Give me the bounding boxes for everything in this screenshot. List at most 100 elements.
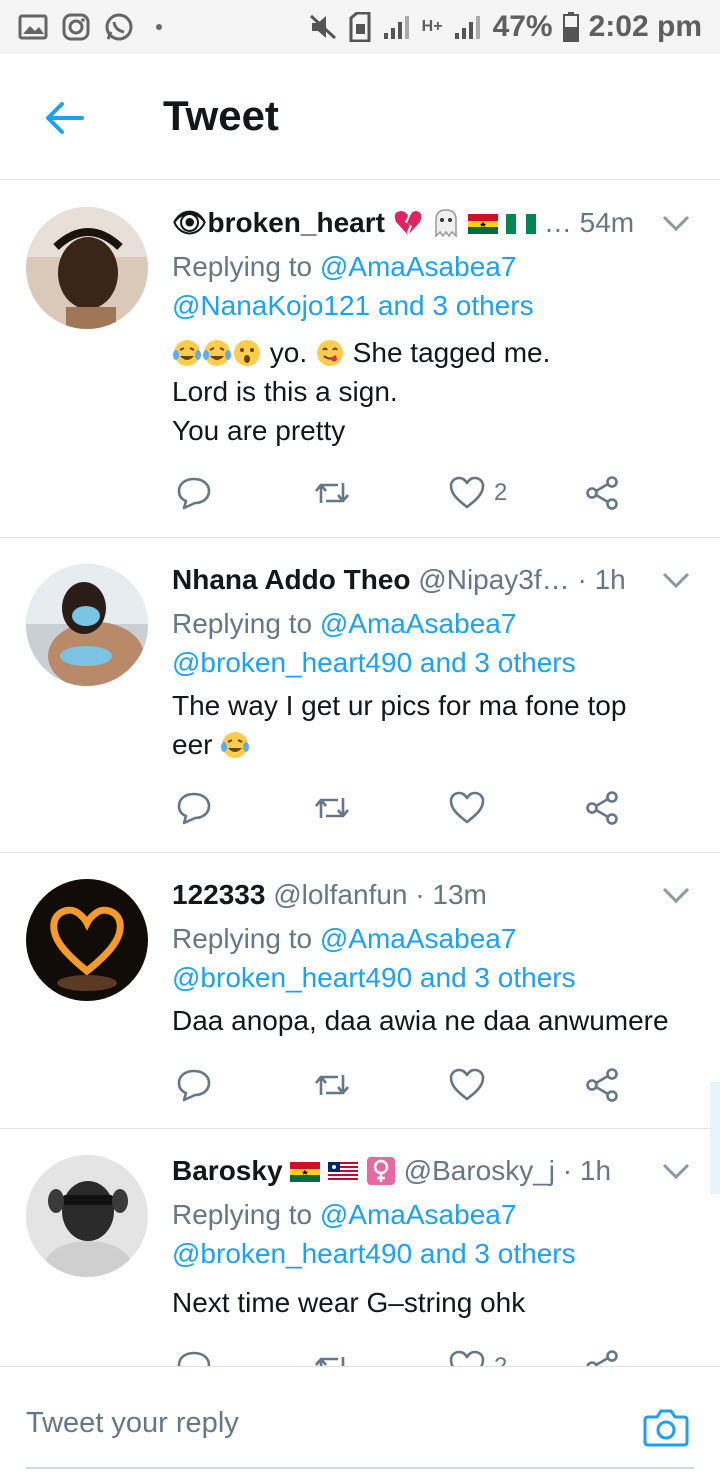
ghana-flag-icon — [290, 1162, 321, 1182]
camera-button[interactable] — [642, 1403, 690, 1451]
retweet-icon — [315, 1075, 349, 1095]
display-name[interactable]: 122333 — [172, 879, 265, 910]
tears-of-joy-emoji — [221, 732, 250, 758]
instagram-icon — [62, 13, 90, 41]
mute-icon — [308, 13, 338, 41]
liberia-flag-icon — [328, 1162, 359, 1182]
ghana-flag-icon — [468, 214, 499, 234]
mention-link[interactable]: @AmaAsabea7 — [320, 923, 517, 954]
timestamp: 1h — [579, 1155, 612, 1186]
retweet-button[interactable] — [312, 473, 352, 513]
avatar[interactable] — [26, 1155, 148, 1277]
reply-input-underline — [26, 1467, 694, 1469]
retweet-icon — [315, 798, 349, 818]
retweet-button[interactable] — [312, 1065, 352, 1105]
replying-to: Replying to @AmaAsabea7 @NanaKojo121 and… — [172, 247, 692, 325]
mention-others-link[interactable]: @broken_heart490 and 3 others — [172, 958, 692, 997]
retweet-icon — [315, 483, 349, 503]
reply-icon — [177, 477, 211, 510]
page-title: Tweet — [163, 92, 279, 139]
tweet-text-line: Daa anopa, daa awia ne daa anwumere — [172, 1005, 669, 1036]
chevron-down-icon[interactable] — [662, 570, 690, 590]
reply-bar: Tweet your reply — [0, 1366, 720, 1480]
tweet-header: Barosky @Barosky_j · 1h — [172, 1155, 612, 1186]
replying-to: Replying to @AmaAsabea7 @broken_heart490… — [172, 1195, 692, 1273]
chevron-down-icon[interactable] — [662, 885, 690, 905]
tweet-text: The way I get ur pics for ma fone top ee… — [172, 686, 692, 764]
avatar[interactable] — [26, 564, 148, 686]
share-button[interactable] — [584, 1065, 620, 1105]
display-name[interactable]: Barosky — [172, 1155, 283, 1186]
like-button[interactable]: 2 — [448, 473, 507, 513]
back-button[interactable] — [40, 94, 88, 142]
like-button[interactable] — [448, 1065, 486, 1105]
share-button[interactable] — [584, 788, 620, 828]
chevron-down-icon[interactable] — [662, 213, 690, 233]
tweet-header: Nhana Addo Theo @Nipay3f… · 1h — [172, 564, 626, 595]
replying-to: Replying to @AmaAsabea7 @broken_heart490… — [172, 919, 692, 997]
tweet-text-line: Lord is this a sign. — [172, 376, 398, 407]
tweet-actions — [172, 788, 652, 828]
tweet-text-line: She tagged me. — [352, 337, 551, 368]
reply-button[interactable] — [176, 1065, 212, 1105]
tweet-text-line: You are pretty — [172, 415, 346, 446]
reply-input[interactable]: Tweet your reply — [26, 1407, 239, 1440]
reply-icon — [177, 1069, 211, 1102]
share-button[interactable] — [584, 473, 620, 513]
signal-icon-2 — [453, 13, 483, 41]
clock: 2:02 pm — [588, 10, 702, 43]
handle: @lolfanfun — [273, 879, 408, 910]
mention-link[interactable]: @AmaAsabea7 — [320, 608, 517, 639]
tweet-actions: 2 — [172, 473, 652, 513]
display-name[interactable]: 👁broken_heart — [172, 207, 385, 238]
reply-button[interactable] — [176, 788, 212, 828]
avatar[interactable] — [26, 879, 148, 1001]
like-button[interactable] — [448, 788, 486, 828]
mention-others-link[interactable]: @broken_heart490 and 3 others — [172, 1234, 692, 1273]
reply-button[interactable] — [176, 473, 212, 513]
tweet-item[interactable]: Barosky @Barosky_j · 1h Replying to @Ama… — [0, 1129, 720, 1384]
sim-icon — [348, 12, 372, 42]
whatsapp-icon — [104, 12, 134, 42]
tweet-item[interactable]: 122333 @lolfanfun · 13m Replying to @Ama… — [0, 853, 720, 1129]
reply-icon — [177, 792, 211, 825]
display-name[interactable]: Nhana Addo Theo — [172, 564, 411, 595]
replying-prefix: Replying to — [172, 251, 320, 282]
like-icon — [449, 1068, 485, 1101]
tweet-text: Daa anopa, daa awia ne daa anwumere — [172, 1001, 692, 1040]
ghost-icon — [434, 209, 457, 238]
mention-others-link[interactable]: @NanaKojo121 and 3 others — [172, 286, 692, 325]
mention-link[interactable]: @AmaAsabea7 — [320, 1199, 517, 1230]
savoring-face-emoji — [316, 340, 343, 366]
tweet-text-line: The way I get ur pics for ma fone top — [172, 690, 627, 721]
female-sign-icon — [366, 1157, 395, 1185]
share-icon — [586, 1068, 618, 1102]
battery-percent: 47% — [492, 10, 553, 43]
notification-dot — [156, 24, 162, 30]
like-icon — [449, 476, 485, 509]
status-bar: H+ 47% 2:02 pm — [0, 0, 720, 54]
tweet-item[interactable]: 👁broken_heart … 54m Replying to @AmaAsab… — [0, 181, 720, 538]
like-count: 2 — [494, 479, 508, 506]
mention-others-link[interactable]: @broken_heart490 and 3 others — [172, 643, 692, 682]
mention-link[interactable]: @AmaAsabea7 — [320, 251, 517, 282]
tweet-header: 122333 @lolfanfun · 13m — [172, 879, 487, 910]
chevron-down-icon[interactable] — [662, 1161, 690, 1181]
tears-of-joy-emoji — [173, 340, 201, 366]
replying-prefix: Replying to — [172, 1199, 320, 1230]
tweet-text-line: Next time wear G–string ohk — [172, 1287, 526, 1318]
tears-of-joy-emoji — [203, 340, 231, 366]
retweet-button[interactable] — [312, 788, 352, 828]
back-arrow-icon — [46, 102, 84, 134]
handle: @Barosky_j — [403, 1155, 556, 1186]
scrollbar[interactable] — [710, 1082, 720, 1194]
app-header: Tweet — [0, 54, 720, 180]
tweet-text: Next time wear G–string ohk — [172, 1283, 692, 1322]
timestamp: 13m — [432, 879, 487, 910]
camera-icon — [643, 1409, 689, 1447]
share-icon — [586, 791, 618, 825]
handle: @Nipay3f… — [418, 564, 570, 595]
tweet-item[interactable]: Nhana Addo Theo @Nipay3f… · 1h Replying … — [0, 538, 720, 853]
tweet-header: 👁broken_heart … 54m — [172, 203, 642, 243]
avatar[interactable] — [26, 207, 148, 329]
